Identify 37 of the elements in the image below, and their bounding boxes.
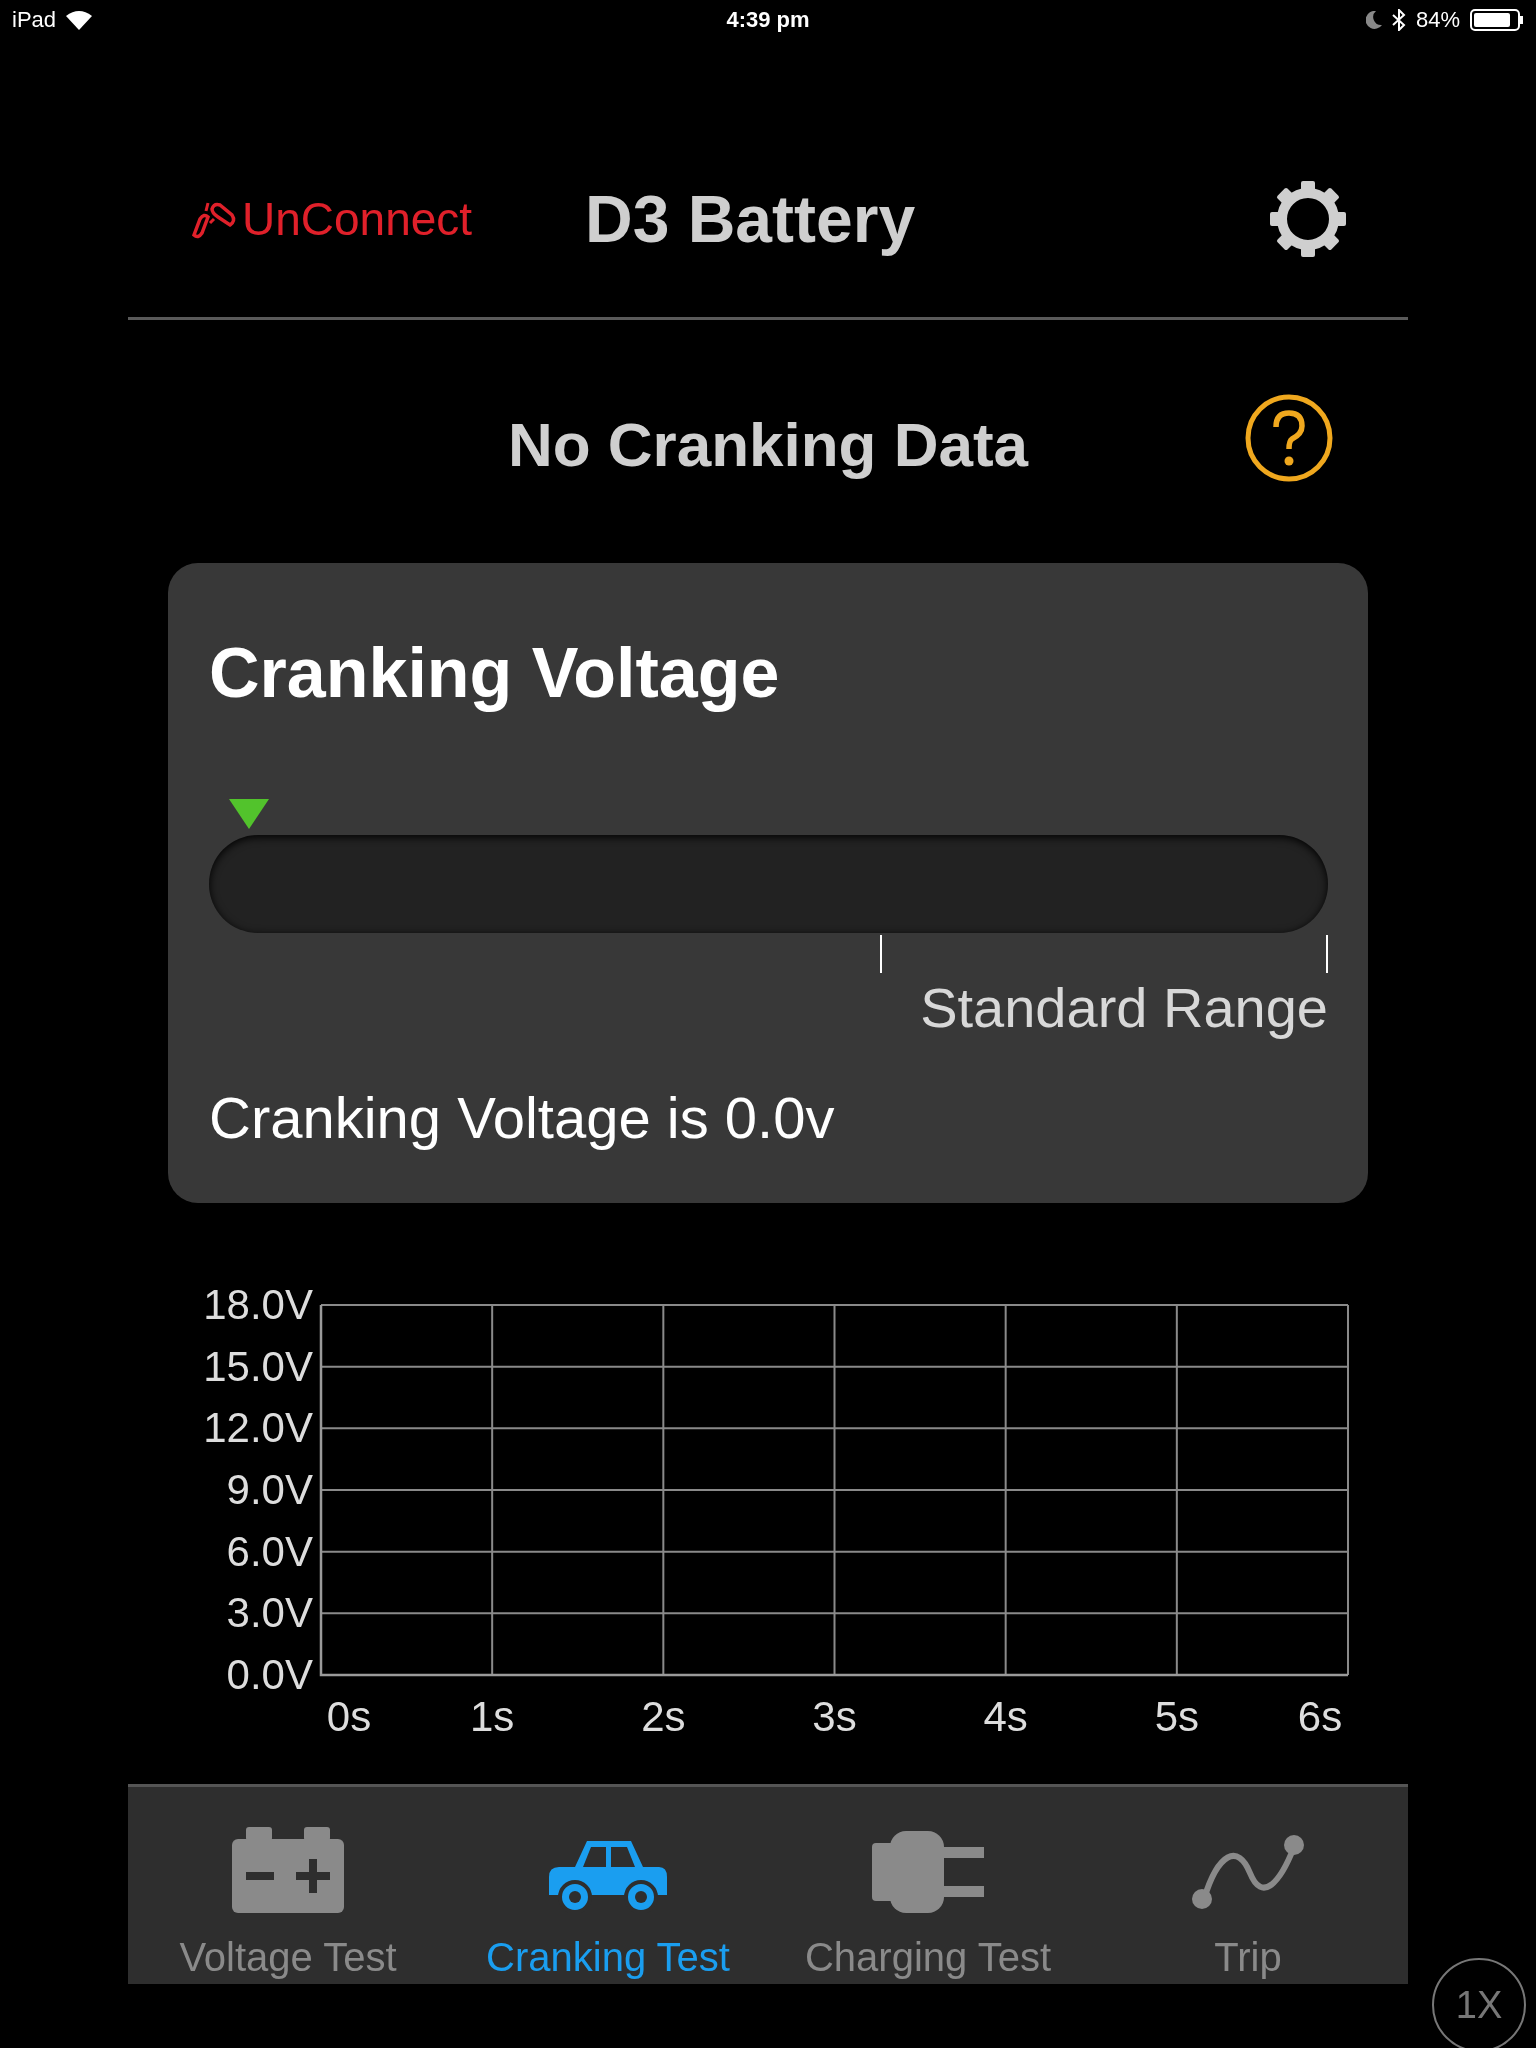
battery-percentage: 84% bbox=[1415, 7, 1460, 33]
y-axis-label: 6.0V bbox=[226, 1527, 313, 1575]
x-axis-label: 4s bbox=[983, 1693, 1028, 1740]
tab-item[interactable]: Voltage Test bbox=[128, 1787, 448, 1984]
speed-button[interactable]: 1X bbox=[1432, 1958, 1526, 2048]
help-icon[interactable] bbox=[1244, 393, 1334, 483]
device-name: iPad bbox=[12, 7, 57, 33]
settings-icon[interactable] bbox=[1268, 178, 1348, 259]
clock-time: 4:39 pm bbox=[726, 7, 810, 33]
card-title: Cranking Voltage bbox=[209, 634, 780, 712]
plug-icon bbox=[872, 1831, 984, 1913]
connection-status[interactable]: UnConnect bbox=[242, 191, 473, 246]
voltage-reading: Cranking Voltage is 0.0v bbox=[209, 1085, 835, 1150]
x-axis-label: 3s bbox=[812, 1693, 857, 1740]
x-axis-label: 6s bbox=[1297, 1693, 1343, 1740]
tab-item[interactable]: Charging Test bbox=[768, 1787, 1088, 1984]
wifi-icon bbox=[66, 10, 93, 30]
y-axis-label: 9.0V bbox=[226, 1466, 313, 1513]
y-axis-label: 18.0V bbox=[203, 1281, 313, 1328]
x-axis-label: 2s bbox=[641, 1693, 686, 1740]
status-heading: No Cranking Data bbox=[507, 409, 1029, 480]
moon-icon bbox=[1365, 11, 1382, 29]
tab-item[interactable]: Cranking Test bbox=[448, 1787, 768, 1984]
marker-icon bbox=[229, 799, 269, 829]
x-axis-label: 1s bbox=[470, 1693, 515, 1740]
battery-level-icon bbox=[1470, 9, 1524, 31]
tab-item[interactable]: Trip bbox=[1088, 1787, 1408, 1984]
x-axis-label: 5s bbox=[1154, 1693, 1199, 1740]
bluetooth-icon bbox=[1391, 9, 1406, 31]
battery-icon bbox=[232, 1827, 344, 1913]
x-axis-label: 0s bbox=[326, 1693, 372, 1740]
y-axis-label: 12.0V bbox=[203, 1404, 313, 1452]
app-title: D3 Battery bbox=[585, 180, 917, 257]
range-label: Standard Range bbox=[920, 975, 1328, 1040]
y-axis-label: 3.0V bbox=[226, 1589, 313, 1637]
y-axis-label: 15.0V bbox=[203, 1342, 313, 1390]
y-axis-label: 0.0V bbox=[226, 1651, 313, 1698]
